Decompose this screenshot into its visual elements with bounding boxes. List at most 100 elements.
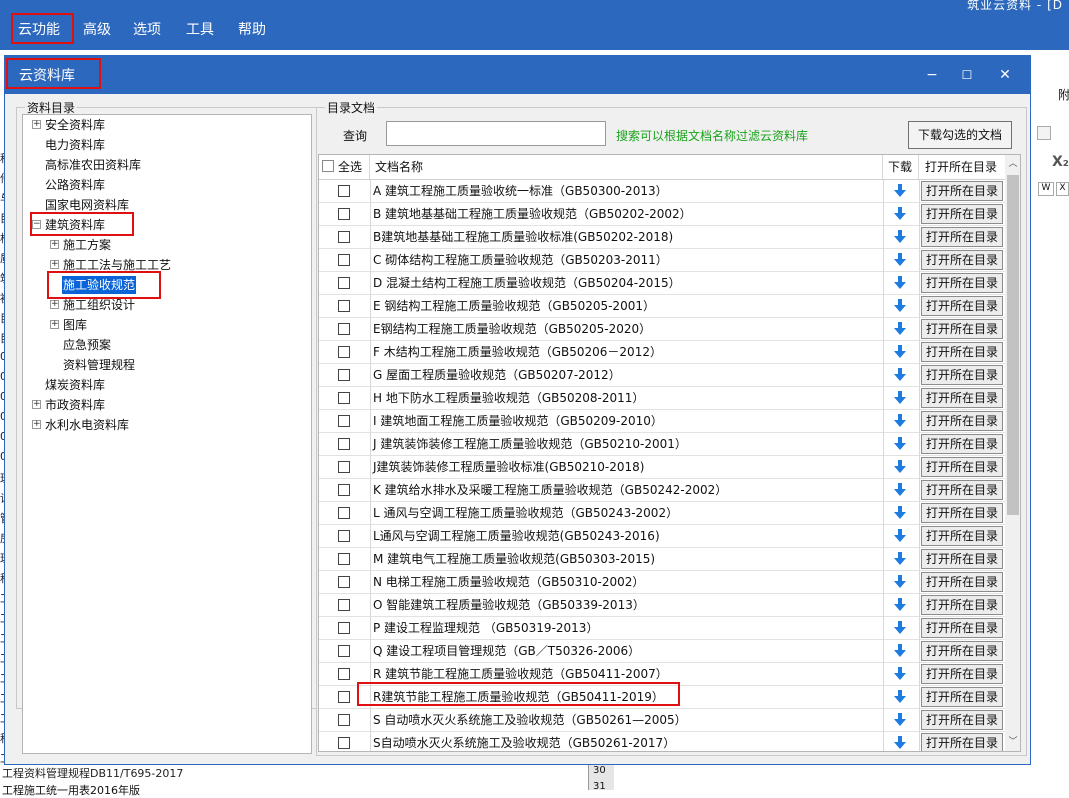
open-folder-button[interactable]: 打开所在目录 (921, 273, 1003, 293)
open-folder-button[interactable]: 打开所在目录 (921, 595, 1003, 615)
download-selected-button[interactable]: 下载勾选的文档 (908, 121, 1012, 149)
open-folder-button[interactable]: 打开所在目录 (921, 687, 1003, 707)
menu-advanced[interactable]: 高级 (83, 18, 111, 44)
tree-node-label[interactable]: 施工工法与施工工艺 (62, 256, 172, 274)
row-checkbox[interactable] (338, 691, 350, 703)
row-checkbox[interactable] (338, 438, 350, 450)
tree-node-label[interactable]: 国家电网资料库 (44, 196, 130, 214)
tree-node-label[interactable]: 建筑资料库 (44, 216, 106, 234)
catalog-tree[interactable]: + 安全资料库 电力资料库 高标准农田资料库 公路资料库 国家电网资料库 − 建筑资料库 + 施工… (22, 114, 312, 754)
expand-icon[interactable]: + (50, 300, 59, 309)
expand-icon[interactable]: + (50, 240, 59, 249)
expand-icon[interactable]: + (50, 260, 59, 269)
download-icon[interactable] (894, 690, 906, 704)
download-icon[interactable] (894, 736, 906, 750)
download-icon[interactable] (894, 575, 906, 589)
tree-node-label[interactable]: 施工组织设计 (62, 296, 136, 314)
row-checkbox[interactable] (338, 415, 350, 427)
maximize-button[interactable]: ☐ (956, 64, 978, 86)
download-icon[interactable] (894, 414, 906, 428)
menu-tools[interactable]: 工具 (186, 18, 214, 44)
row-checkbox[interactable] (338, 277, 350, 289)
row-checkbox[interactable] (338, 668, 350, 680)
row-checkbox[interactable] (338, 300, 350, 312)
row-checkbox[interactable] (338, 576, 350, 588)
open-folder-button[interactable]: 打开所在目录 (921, 319, 1003, 339)
tree-node-label[interactable]: 高标准农田资料库 (44, 156, 142, 174)
open-folder-button[interactable]: 打开所在目录 (921, 664, 1003, 684)
open-folder-button[interactable]: 打开所在目录 (921, 227, 1003, 247)
download-icon[interactable] (894, 483, 906, 497)
tree-node-label[interactable]: 图库 (62, 316, 88, 334)
expand-icon[interactable]: + (50, 320, 59, 329)
row-checkbox[interactable] (338, 599, 350, 611)
download-icon[interactable] (894, 322, 906, 336)
select-all-checkbox[interactable] (322, 160, 334, 172)
open-folder-button[interactable]: 打开所在目录 (921, 457, 1003, 477)
download-icon[interactable] (894, 230, 906, 244)
row-checkbox[interactable] (338, 392, 350, 404)
row-checkbox[interactable] (338, 323, 350, 335)
search-input[interactable] (386, 121, 606, 146)
open-folder-button[interactable]: 打开所在目录 (921, 181, 1003, 201)
open-folder-button[interactable]: 打开所在目录 (921, 365, 1003, 385)
tree-node-label[interactable]: 电力资料库 (44, 136, 106, 154)
download-icon[interactable] (894, 667, 906, 681)
download-icon[interactable] (894, 713, 906, 727)
tree-node-label[interactable]: 应急预案 (62, 336, 112, 354)
download-icon[interactable] (894, 598, 906, 612)
row-checkbox[interactable] (338, 346, 350, 358)
row-checkbox[interactable] (338, 645, 350, 657)
download-icon[interactable] (894, 552, 906, 566)
download-icon[interactable] (894, 207, 906, 221)
download-icon[interactable] (894, 391, 906, 405)
header-open-folder[interactable]: 打开所在目录 (919, 155, 1005, 179)
expand-icon[interactable]: + (32, 420, 41, 429)
open-folder-button[interactable]: 打开所在目录 (921, 710, 1003, 730)
open-folder-button[interactable]: 打开所在目录 (921, 641, 1003, 661)
download-icon[interactable] (894, 437, 906, 451)
tree-node-label[interactable]: 水利水电资料库 (44, 416, 130, 434)
minimize-button[interactable]: − (921, 64, 943, 86)
row-checkbox[interactable] (338, 507, 350, 519)
close-button[interactable]: ✕ (994, 64, 1016, 86)
row-checkbox[interactable] (338, 714, 350, 726)
download-icon[interactable] (894, 299, 906, 313)
open-folder-button[interactable]: 打开所在目录 (921, 572, 1003, 592)
open-folder-button[interactable]: 打开所在目录 (921, 411, 1003, 431)
open-folder-button[interactable]: 打开所在目录 (921, 388, 1003, 408)
tree-node-label[interactable]: 施工验收规范 (62, 276, 137, 294)
menu-cloud[interactable]: 云功能 (18, 18, 60, 44)
menu-help[interactable]: 帮助 (238, 18, 266, 44)
expand-icon[interactable]: + (32, 120, 41, 129)
open-folder-button[interactable]: 打开所在目录 (921, 733, 1003, 751)
tree-node-label[interactable]: 安全资料库 (44, 116, 106, 134)
row-checkbox[interactable] (338, 185, 350, 197)
scroll-up-icon[interactable]: ︿ (1007, 157, 1019, 171)
header-download[interactable]: 下载 (883, 155, 919, 179)
download-icon[interactable] (894, 506, 906, 520)
download-icon[interactable] (894, 460, 906, 474)
tree-node-label[interactable]: 公路资料库 (44, 176, 106, 194)
open-folder-button[interactable]: 打开所在目录 (921, 342, 1003, 362)
row-checkbox[interactable] (338, 530, 350, 542)
header-doc-name[interactable]: 文档名称 (370, 155, 883, 179)
expand-icon[interactable]: + (32, 400, 41, 409)
open-folder-button[interactable]: 打开所在目录 (921, 480, 1003, 500)
open-folder-button[interactable]: 打开所在目录 (921, 618, 1003, 638)
download-icon[interactable] (894, 529, 906, 543)
open-folder-button[interactable]: 打开所在目录 (921, 204, 1003, 224)
open-folder-button[interactable]: 打开所在目录 (921, 549, 1003, 569)
menu-options[interactable]: 选项 (133, 18, 161, 44)
tree-node-label[interactable]: 资料管理规程 (62, 356, 136, 374)
row-checkbox[interactable] (338, 737, 350, 749)
vertical-scrollbar[interactable]: ︿ ﹀ (1005, 155, 1020, 751)
download-icon[interactable] (894, 184, 906, 198)
row-checkbox[interactable] (338, 622, 350, 634)
tree-node-label[interactable]: 施工方案 (62, 236, 112, 254)
open-folder-button[interactable]: 打开所在目录 (921, 296, 1003, 316)
download-icon[interactable] (894, 345, 906, 359)
row-checkbox[interactable] (338, 484, 350, 496)
scroll-down-icon[interactable]: ﹀ (1007, 735, 1019, 749)
download-icon[interactable] (894, 621, 906, 635)
